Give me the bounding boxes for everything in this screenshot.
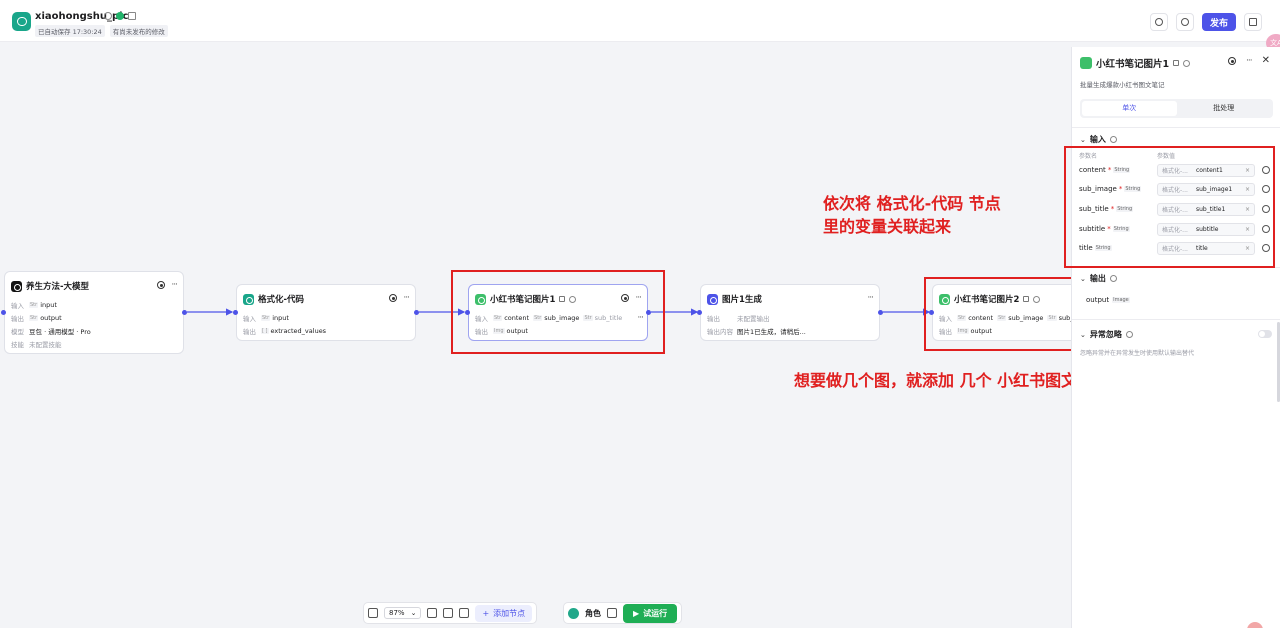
chevron-down-icon: ⌄ — [1080, 330, 1086, 339]
plus-icon: + — [482, 608, 490, 618]
input-section-header[interactable]: ⌄ 输入 — [1080, 134, 1117, 145]
node-title: 养生方法-大模型 — [26, 282, 90, 292]
node-code-out-port[interactable] — [414, 310, 419, 315]
comment-icon[interactable] — [427, 608, 438, 618]
code-icon — [243, 293, 254, 305]
highlight-box-image-1 — [451, 270, 665, 354]
node-message-out-port[interactable] — [878, 310, 883, 315]
info-icon[interactable] — [1125, 331, 1133, 338]
output-value: 未配置输出 — [737, 315, 770, 323]
highlight-box-params — [1064, 146, 1275, 268]
skill-value: 未配置技能 — [29, 341, 62, 349]
model-name: 豆包 · 通用模型 · Pro — [29, 328, 91, 336]
type-tag: [ ] — [261, 328, 269, 334]
llm-icon — [11, 280, 22, 292]
info-icon[interactable] — [1109, 275, 1117, 282]
section-title: 输入 — [1089, 135, 1106, 144]
node-title: 格式化-代码 — [258, 295, 305, 305]
chevron-down-icon: ⌄ — [410, 609, 417, 617]
row-label: 输出 — [707, 315, 720, 323]
error-section-header[interactable]: ⌄ 异常忽略 — [1080, 329, 1133, 340]
run-toolbar: 角色 ▶ 试运行 — [563, 602, 683, 624]
row-label: 输入 — [243, 315, 256, 323]
tab-single[interactable]: 单次 — [1082, 101, 1177, 116]
role-avatar[interactable] — [568, 607, 579, 619]
node-message-in-port[interactable] — [697, 310, 702, 315]
node-code-in-port[interactable] — [233, 310, 238, 315]
more-icon[interactable]: ··· — [403, 294, 410, 303]
output-type: Image — [1112, 297, 1130, 303]
run-node-icon[interactable] — [1228, 57, 1237, 65]
add-node-label: 添加节点 — [493, 608, 526, 618]
type-tag: Str — [261, 315, 271, 321]
info-icon[interactable] — [1109, 136, 1117, 143]
output-content: 图片1已生成，请稍后... — [737, 328, 806, 336]
workflow-icon — [1080, 57, 1092, 69]
node-llm-out-port[interactable] — [182, 310, 187, 315]
info-icon[interactable] — [1183, 59, 1191, 67]
row-label: 输出 — [11, 315, 24, 323]
output-row: output Image — [1086, 296, 1130, 304]
node-llm-in-port[interactable] — [1, 310, 6, 315]
highlight-box-image-2 — [924, 277, 1074, 351]
close-icon[interactable]: ✕ — [1262, 56, 1270, 66]
lock-icon — [1173, 60, 1180, 66]
more-icon[interactable]: ··· — [171, 281, 178, 290]
tab-batch[interactable]: 批处理 — [1177, 101, 1272, 116]
panel-title: 小红书笔记图片1 — [1096, 59, 1170, 70]
output-name: output — [1086, 296, 1110, 304]
node-code[interactable]: 格式化-代码 ··· 输入 Str input 输出 [ ] extracted_val… — [236, 284, 416, 341]
message-icon — [707, 293, 718, 305]
row-label: 技能 — [11, 341, 24, 349]
role-label[interactable]: 角色 — [585, 608, 601, 619]
run-node-icon[interactable] — [157, 281, 166, 289]
brush-icon[interactable] — [607, 608, 617, 618]
mode-tabs: 单次 批处理 — [1080, 99, 1273, 118]
canvas-toolbar: 87% ⌄ + 添加节点 — [363, 602, 538, 624]
chevron-down-icon: ⌄ — [1080, 135, 1086, 144]
pointer-mode-icon[interactable] — [368, 608, 378, 618]
var-output: extracted_values — [270, 327, 327, 335]
annotation-link-vars: 依次将 格式化-代码 节点 里的变量关联起来 — [823, 192, 1001, 238]
var-input: input — [40, 301, 57, 309]
chevron-down-icon: ⌄ — [1080, 274, 1086, 283]
annotation-line-1: 依次将 格式化-代码 节点 — [823, 194, 1001, 213]
section-title: 输出 — [1089, 274, 1106, 283]
node-settings-panel: 小红书笔记图片1 ··· ✕ 批量生成爆款小红书图文笔记 单次 批处理 ⌄ 输入… — [1071, 47, 1280, 628]
row-label: 输入 — [11, 302, 24, 310]
divider — [1072, 319, 1280, 320]
divider — [1072, 127, 1280, 128]
zoom-value: 87% — [389, 609, 405, 617]
layout-icon[interactable] — [443, 608, 454, 618]
row-label: 输出 — [243, 328, 256, 336]
annotation-line-2: 里的变量关联起来 — [823, 217, 952, 236]
row-label: 输出内容 — [707, 328, 733, 336]
minimap-icon[interactable] — [459, 608, 470, 618]
type-tag: Str — [29, 315, 39, 321]
row-label: 模型 — [11, 328, 24, 336]
node-message[interactable]: 图片1生成 ··· 输出 未配置输出 输出内容 图片1已生成，请稍后... — [700, 284, 880, 341]
more-icon[interactable]: ··· — [867, 294, 874, 303]
add-node-button[interactable]: + 添加节点 — [475, 604, 533, 622]
zoom-select[interactable]: 87% ⌄ — [384, 607, 422, 619]
node-title: 图片1生成 — [722, 295, 762, 305]
ignore-error-toggle[interactable] — [1258, 330, 1272, 338]
more-icon[interactable]: ··· — [1246, 57, 1253, 66]
type-tag: Str — [29, 302, 39, 308]
run-label: 试运行 — [643, 608, 668, 618]
var-input: input — [272, 314, 289, 322]
var-output: output — [40, 314, 62, 322]
section-title: 异常忽略 — [1089, 330, 1122, 339]
test-run-button[interactable]: ▶ 试运行 — [623, 603, 678, 623]
play-icon: ▶ — [633, 608, 640, 618]
run-node-icon[interactable] — [389, 294, 398, 302]
error-description: 忽略异常并在异常发生时使用默认输出替代 — [1080, 350, 1195, 357]
node-llm[interactable]: 养生方法-大模型 ··· 输入 Str input 输出 Str output 模型 豆包… — [4, 271, 184, 354]
panel-description: 批量生成爆款小红书图文笔记 — [1080, 81, 1165, 89]
output-section-header[interactable]: ⌄ 输出 — [1080, 273, 1117, 284]
